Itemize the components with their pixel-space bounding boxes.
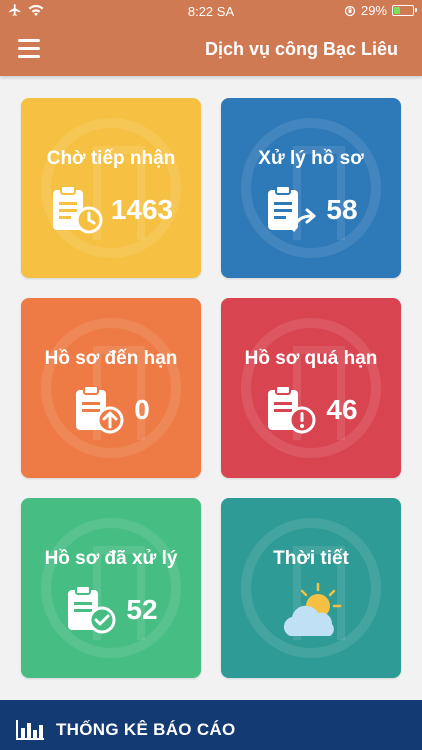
bar-chart-icon [16,720,44,740]
tile-ho-so-da-xu-ly[interactable]: Hồ sơ đã xử lý 52 [21,498,201,678]
tile-label: Thời tiết [273,548,349,569]
tile-label: Hồ sơ đến hạn [44,348,178,369]
page-title: Dịch vụ công Bạc Liêu [204,39,398,59]
tile-ho-so-qua-han[interactable]: Hồ sơ quá hạn 46 [221,298,401,478]
clipboard-check-icon [68,586,116,634]
clipboard-upload-icon [76,386,124,434]
tile-ho-so-den-han[interactable]: Hồ sơ đến hạn 0 [21,298,201,478]
tile-label: Chờ tiếp nhận [46,148,176,169]
battery-percent: 29% [360,3,387,18]
app-header: Dịch vụ công Bạc Liêu [0,24,422,76]
bottom-bar-label: THỐNG KÊ BÁO CÁO [56,720,236,739]
tile-label: Hồ sơ đã xử lý [44,548,178,569]
weather-sun-cloud-icon [283,582,342,636]
tile-label: Hồ sơ quá hạn [244,348,378,369]
clipboard-share-icon [268,186,316,232]
tile-count: 58 [326,194,358,225]
status-right: 29% [344,3,417,18]
tile-label: Xử lý hồ sơ [258,148,364,169]
report-statistics-button[interactable]: THỐNG KÊ BÁO CÁO [0,700,422,750]
status-bar: 8:22 SA 29% [0,0,422,24]
dashboard-grid: Chờ tiếp nhận 1463 Xử lý hồ sơ 58 Hồ sơ … [0,76,422,700]
tile-count: 52 [126,594,158,625]
battery-icon [392,5,417,16]
clipboard-clock-icon [52,186,103,234]
hamburger-menu-icon[interactable] [18,39,40,59]
tile-xu-ly-ho-so[interactable]: Xử lý hồ sơ 58 [221,98,401,278]
tile-cho-tiep-nhan[interactable]: Chờ tiếp nhận 1463 [21,98,201,278]
tile-count: 0 [134,394,150,425]
tile-count: 46 [326,394,358,425]
clipboard-alert-icon [268,386,316,434]
orientation-lock-icon [344,5,356,16]
tile-count: 1463 [110,194,174,225]
tile-thoi-tiet[interactable]: Thời tiết [221,498,401,678]
